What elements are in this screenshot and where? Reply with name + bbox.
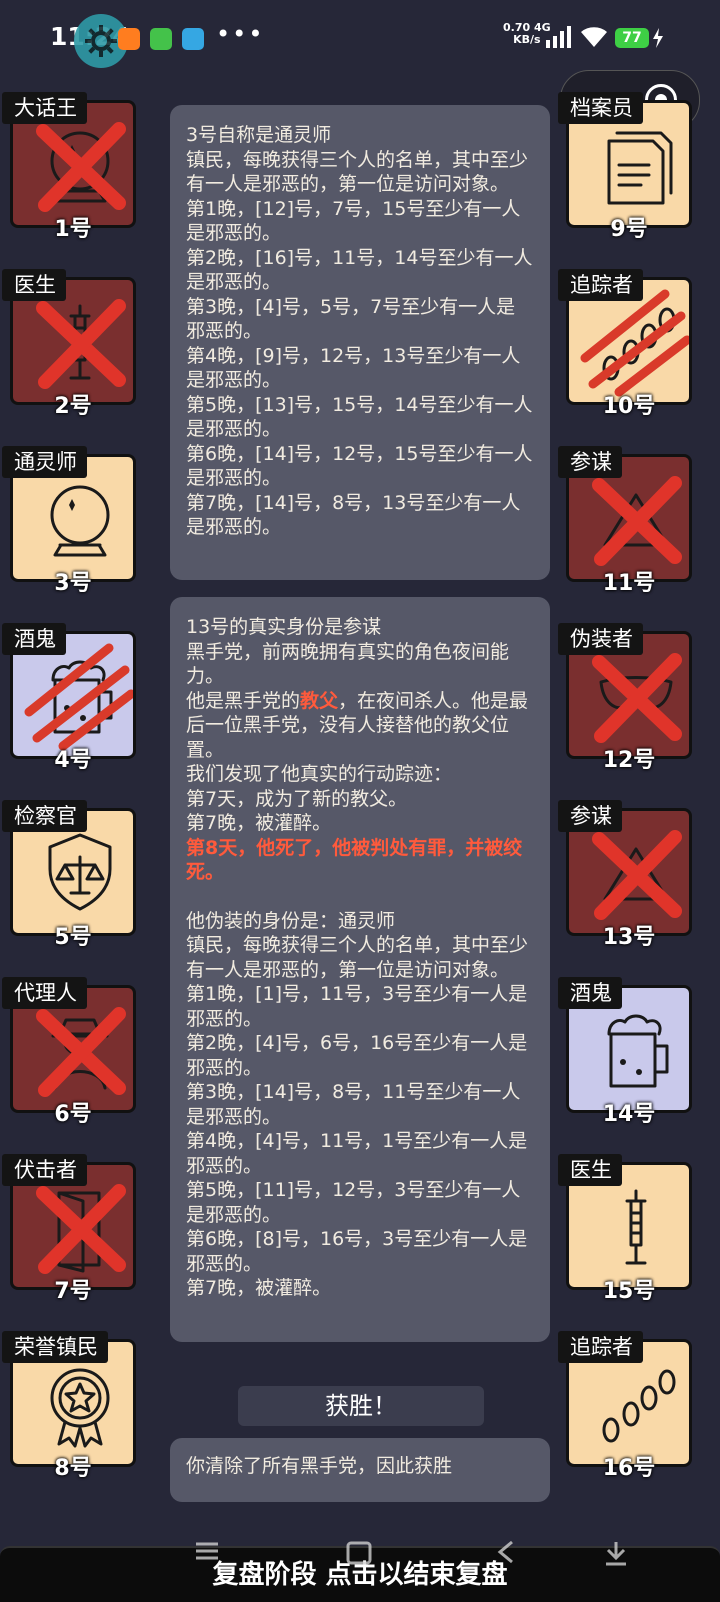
claim-line: 镇民，每晚获得三个人的名单，其中至少有一人是邪恶的，第一位是访问对象。 bbox=[186, 148, 529, 196]
shopping-app-icon bbox=[118, 28, 140, 50]
role-label: 伏击者 bbox=[2, 1154, 87, 1186]
role-label: 酒鬼 bbox=[558, 977, 622, 1009]
claw-scratch-icon bbox=[24, 643, 133, 751]
beer-mug-icon bbox=[607, 1014, 669, 1088]
player-number: 3号 bbox=[54, 571, 92, 596]
battery-indicator: 77 bbox=[615, 28, 649, 48]
role-label: 医生 bbox=[2, 269, 66, 301]
player-card[interactable]: 荣誉镇民 8号 bbox=[2, 1331, 138, 1481]
player-card[interactable]: 通灵师 3号 bbox=[2, 446, 138, 596]
player-number: 14号 bbox=[602, 1102, 656, 1127]
godfather-highlight: 教父 bbox=[300, 689, 339, 712]
end-review-button[interactable]: 复盘阶段 点击以结束复盘 bbox=[0, 1546, 720, 1602]
player-card[interactable]: 代理人 6号 bbox=[2, 977, 138, 1127]
signal-icon bbox=[546, 26, 571, 48]
godfather-text: 他是黑手党的教父，在夜间杀人。他是最后一位黑手党，没有人接替他的教父位置。 bbox=[186, 689, 529, 761]
role-label: 大话王 bbox=[2, 92, 87, 124]
role-label: 参谋 bbox=[558, 446, 622, 478]
player-card[interactable]: 参谋 11号 bbox=[558, 446, 694, 596]
death-text: 第8天，他死了，他被判处有罪，并被绞死。 bbox=[186, 836, 523, 884]
claw-scratch-icon bbox=[580, 289, 689, 397]
claim-line: 第4晚，[9]号，12号，13号至少有一人是邪恶的。 bbox=[186, 344, 521, 392]
dead-cross-icon bbox=[592, 476, 682, 566]
role-label: 荣誉镇民 bbox=[2, 1331, 108, 1363]
claim-line: 第3晚，[4]号，5号，7号至少有一人是邪恶的。 bbox=[186, 295, 516, 343]
claim-line: 第2晚，[16]号，11号，14号至少有一人是邪恶的。 bbox=[186, 246, 533, 294]
status-bar: 11:24 ••• 0.70 4G KB/s 77 bbox=[0, 0, 720, 72]
gear-icon bbox=[85, 25, 117, 57]
justice-scales-icon bbox=[48, 833, 112, 911]
action-trace: 我们发现了他真实的行动踪迹： 第7天，成为了新的教父。 第7晚，被灌醉。 bbox=[186, 763, 453, 834]
footprints-icon bbox=[602, 1369, 676, 1443]
crystal-ball-icon bbox=[50, 485, 110, 557]
dead-cross-icon bbox=[592, 830, 682, 920]
player-number: 1号 bbox=[54, 217, 92, 242]
player-number: 10号 bbox=[602, 394, 656, 419]
player-card[interactable]: 酒鬼 14号 bbox=[558, 977, 694, 1127]
claim-line: 第7晚，[14]号，8号，13号至少有一人是邪恶的。 bbox=[186, 491, 521, 539]
claim-message-panel: 3号自称是通灵师 镇民，每晚获得三个人的名单，其中至少有一人是邪恶的，第一位是访… bbox=[170, 105, 550, 580]
result-text: 你清除了所有黑手党，因此获胜 bbox=[186, 1455, 453, 1477]
role-label: 通灵师 bbox=[2, 446, 87, 478]
disguise-text: 他伪装的身份是：通灵师 镇民，每晚获得三个人的名单，其中至少有一人是邪恶的，第一… bbox=[186, 909, 529, 1300]
battery-saver-app-icon bbox=[150, 28, 172, 50]
claim-line: 第1晚，[12]号，7号，15号至少有一人是邪恶的。 bbox=[186, 197, 521, 245]
charging-icon bbox=[653, 28, 663, 48]
player-card[interactable]: 检察官 5号 bbox=[2, 800, 138, 950]
role-label: 检察官 bbox=[2, 800, 87, 832]
role-label: 代理人 bbox=[2, 977, 87, 1009]
dead-cross-icon bbox=[592, 653, 682, 743]
player-number: 8号 bbox=[54, 1456, 92, 1481]
player-card[interactable]: 酒鬼 4号 bbox=[2, 623, 138, 773]
player-number: 15号 bbox=[602, 1279, 656, 1304]
dead-cross-icon bbox=[36, 299, 126, 389]
player-number: 7号 bbox=[54, 1279, 92, 1304]
role-label: 酒鬼 bbox=[2, 623, 66, 655]
player-number: 13号 bbox=[602, 925, 656, 950]
documents-icon bbox=[607, 131, 673, 205]
player-card[interactable]: 追踪者 16号 bbox=[558, 1331, 694, 1481]
more-notifications-icon: ••• bbox=[216, 20, 265, 48]
syringe-icon bbox=[625, 1189, 647, 1265]
medal-icon bbox=[50, 1368, 110, 1448]
telegram-app-icon bbox=[182, 28, 204, 50]
player-card[interactable]: 大话王 1号 bbox=[2, 92, 138, 242]
player-number: 9号 bbox=[610, 217, 648, 242]
player-card[interactable]: 医生 2号 bbox=[2, 269, 138, 419]
player-number: 16号 bbox=[602, 1456, 656, 1481]
player-number: 5号 bbox=[54, 925, 92, 950]
claim-line: 第6晚，[14]号，12号，15号至少有一人是邪恶的。 bbox=[186, 442, 533, 490]
wifi-icon bbox=[581, 27, 607, 47]
reveal-intro: 13号的真实身份是参谋 黑手党，前两晚拥有真实的角色夜间能力。 bbox=[186, 616, 510, 687]
reveal-message-panel: 13号的真实身份是参谋 黑手党，前两晚拥有真实的角色夜间能力。 他是黑手党的教父… bbox=[170, 597, 550, 1342]
dead-cross-icon bbox=[36, 1184, 126, 1274]
player-number: 11号 bbox=[602, 571, 656, 596]
player-number: 4号 bbox=[54, 748, 92, 773]
player-number: 6号 bbox=[54, 1102, 92, 1127]
player-card[interactable]: 伏击者 7号 bbox=[2, 1154, 138, 1304]
player-card[interactable]: 档案员 9号 bbox=[558, 92, 694, 242]
player-number: 12号 bbox=[602, 748, 656, 773]
role-label: 参谋 bbox=[558, 800, 622, 832]
player-card[interactable]: 参谋 13号 bbox=[558, 800, 694, 950]
role-label: 追踪者 bbox=[558, 269, 643, 301]
player-number: 2号 bbox=[54, 394, 92, 419]
player-card[interactable]: 伪装者 12号 bbox=[558, 623, 694, 773]
role-label: 追踪者 bbox=[558, 1331, 643, 1363]
result-panel: 你清除了所有黑手党，因此获胜 bbox=[170, 1438, 550, 1502]
network-speed: 0.70 4G KB/s bbox=[503, 21, 551, 46]
role-label: 伪装者 bbox=[558, 623, 643, 655]
role-label: 医生 bbox=[558, 1154, 622, 1186]
dead-cross-icon bbox=[36, 122, 126, 212]
claim-line: 3号自称是通灵师 bbox=[186, 124, 332, 146]
player-card[interactable]: 医生 15号 bbox=[558, 1154, 694, 1304]
victory-label: 获胜！ bbox=[238, 1386, 484, 1426]
player-card[interactable]: 追踪者 10号 bbox=[558, 269, 694, 419]
dead-cross-icon bbox=[36, 1007, 126, 1097]
role-label: 档案员 bbox=[558, 92, 643, 124]
claim-line: 第5晚，[13]号，15号，14号至少有一人是邪恶的。 bbox=[186, 393, 533, 441]
